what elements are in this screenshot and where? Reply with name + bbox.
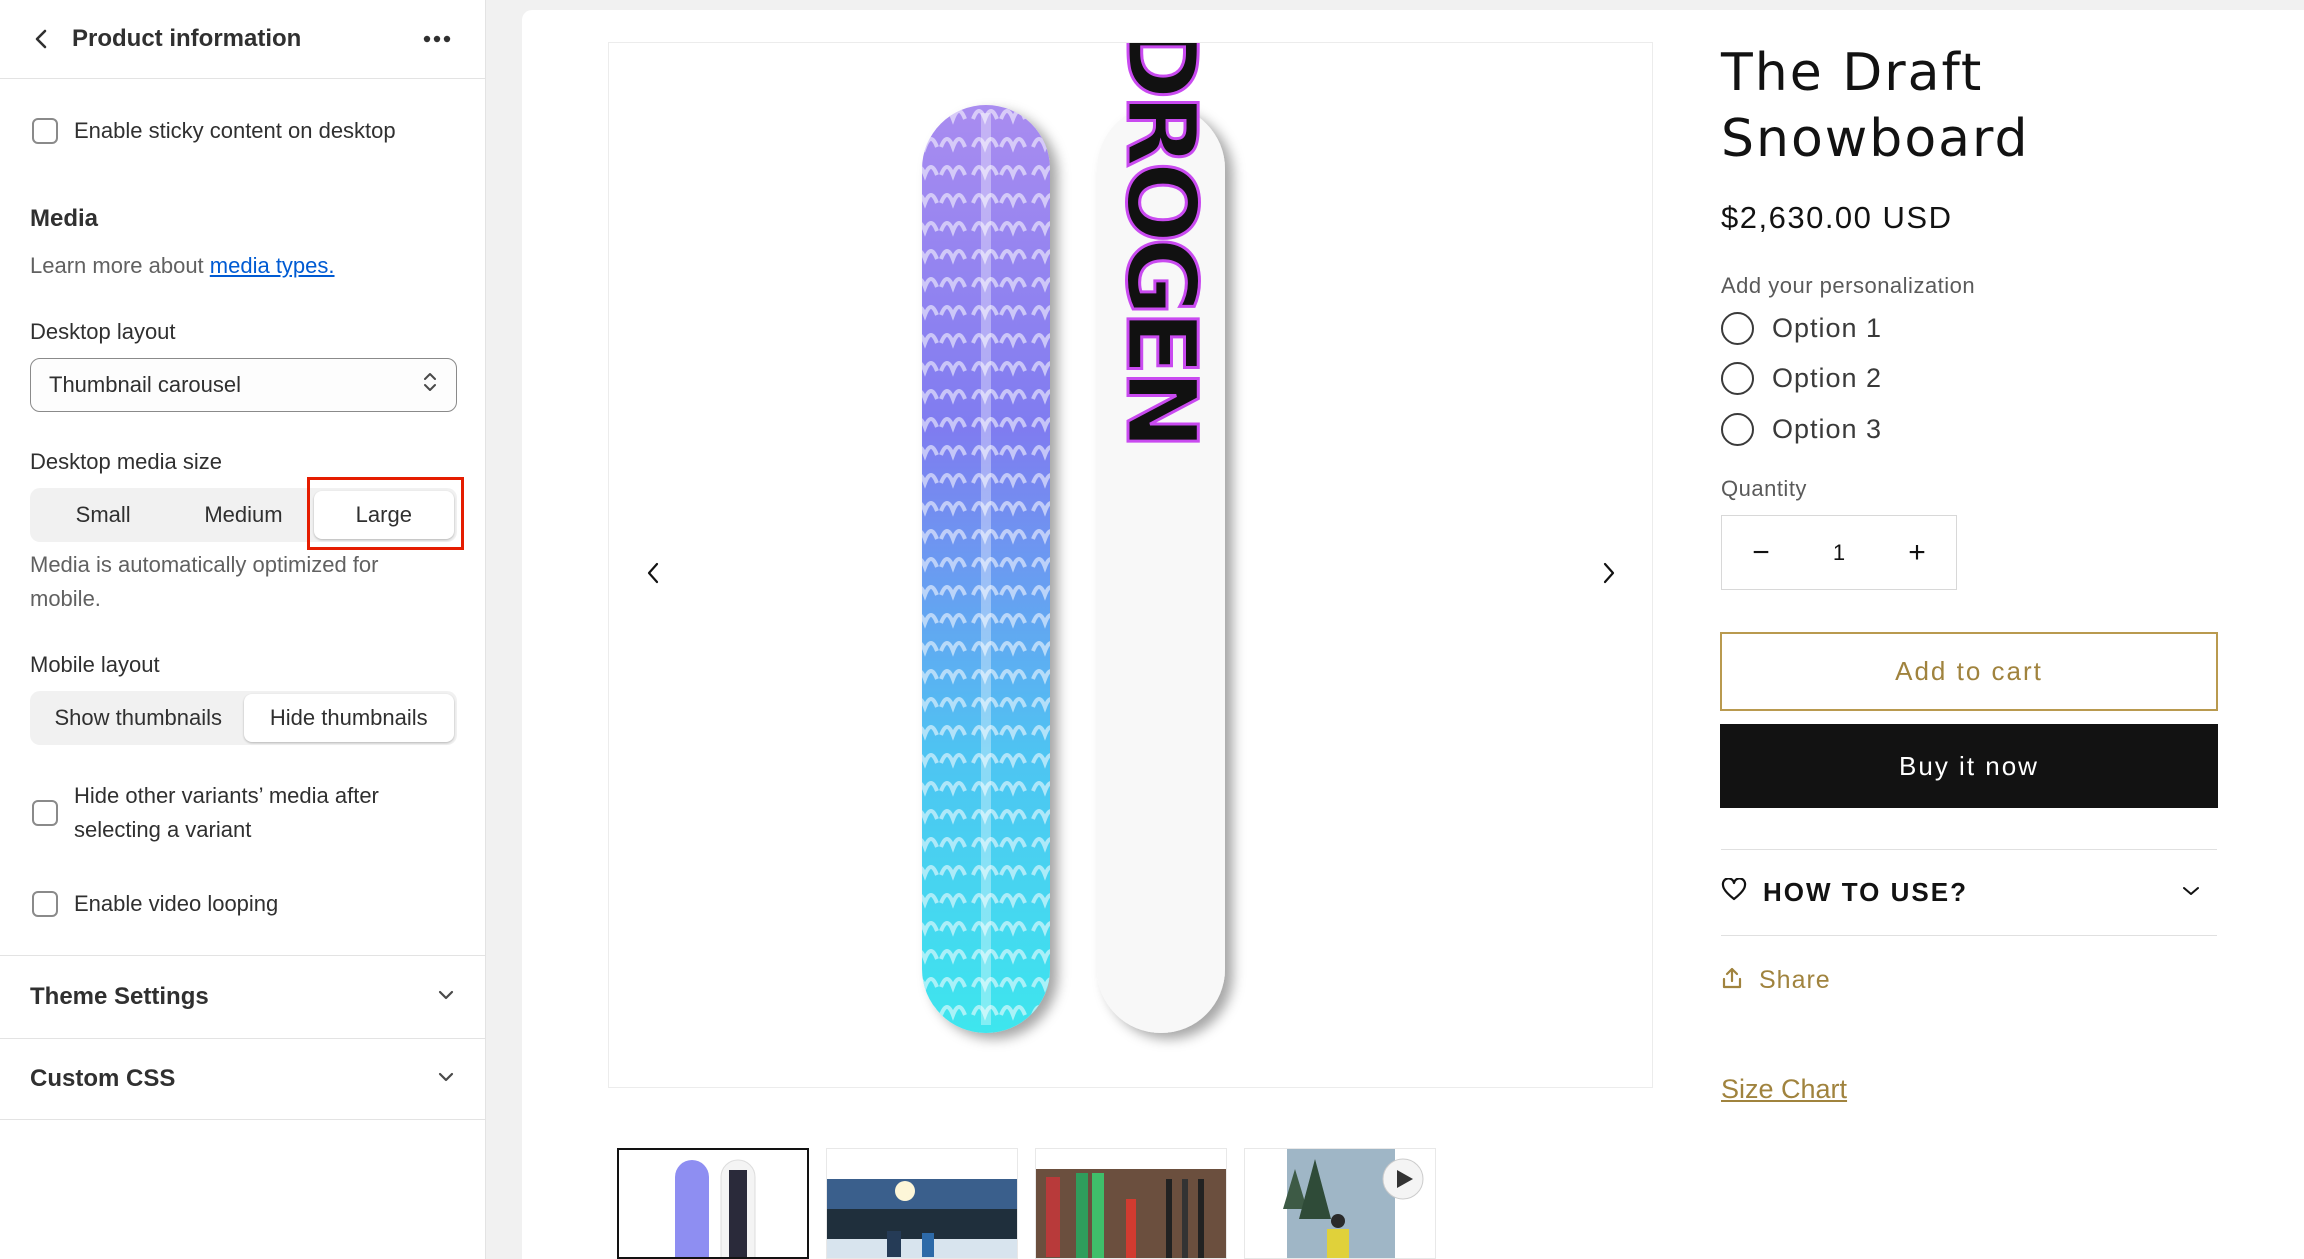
media-help-text: Learn more about media types. [30, 249, 335, 283]
carousel-prev-icon[interactable] [638, 558, 668, 588]
desktop-layout-value: Thumbnail carousel [49, 372, 241, 397]
radio-circle-icon [1721, 413, 1754, 446]
add-to-cart-button[interactable]: Add to cart [1720, 632, 2218, 711]
option-3-radio[interactable]: Option 3 [1721, 413, 1882, 446]
media-size-medium[interactable]: Medium [173, 491, 313, 539]
share-button[interactable]: Share [1721, 966, 1831, 995]
share-label: Share [1759, 966, 1831, 994]
chevron-down-icon [437, 988, 455, 1006]
product-main-image[interactable]: HYDROGEN [608, 0, 1653, 1088]
heart-icon [1721, 877, 1747, 907]
option-2-radio[interactable]: Option 2 [1721, 362, 1882, 395]
panel-title: Product information [72, 25, 302, 52]
option-2-label: Option 2 [1772, 363, 1883, 393]
media-size-small[interactable]: Small [33, 491, 173, 539]
more-dots-icon[interactable] [419, 24, 455, 54]
media-help-prefix: Learn more about [30, 253, 210, 278]
product-title-line-1: The Draft [1721, 43, 1984, 103]
radio-circle-icon [1721, 362, 1754, 395]
thumbnail-2[interactable] [826, 1148, 1018, 1259]
mobile-hide-thumbnails[interactable]: Hide thumbnails [243, 694, 454, 742]
desktop-media-size-label: Desktop media size [30, 449, 222, 474]
how-to-use-accordion[interactable]: HOW TO USE? [1721, 849, 2217, 936]
theme-settings-title: Theme Settings [30, 982, 209, 1010]
carousel-next-icon[interactable] [1594, 558, 1624, 588]
quantity-stepper: − 1 + [1721, 515, 1957, 590]
product-price: $2,630.00 USD [1721, 200, 1953, 235]
option-1-radio[interactable]: Option 1 [1721, 312, 1882, 345]
how-to-use-title: HOW TO USE? [1763, 877, 1968, 907]
quantity-label: Quantity [1721, 476, 1807, 501]
desktop-layout-label: Desktop layout [30, 319, 176, 344]
mobile-show-thumbnails[interactable]: Show thumbnails [33, 694, 244, 742]
media-types-link[interactable]: media types. [210, 253, 335, 278]
thumbnail-3[interactable] [1035, 1148, 1227, 1259]
quantity-increase-button[interactable]: + [1878, 516, 1956, 589]
video-looping-label: Enable video looping [74, 891, 279, 916]
theme-settings-accordion[interactable]: Theme Settings [0, 955, 485, 1037]
size-chart-link[interactable]: Size Chart [1721, 1074, 1847, 1105]
personalization-label: Add your personalization [1721, 273, 1976, 298]
share-icon [1721, 966, 1743, 995]
snowboards-image: HYDROGEN [922, 0, 1225, 1033]
media-size-help-text: Media is automatically optimized for mob… [30, 552, 379, 611]
panel-header: Product information [0, 0, 485, 79]
thumbnail-4-video[interactable] [1244, 1148, 1436, 1259]
radio-circle-icon [1721, 312, 1754, 345]
chevron-down-icon [2181, 884, 2201, 902]
custom-css-accordion[interactable]: Custom CSS [0, 1038, 485, 1120]
media-heading: Media [30, 205, 99, 232]
board-lettering: HYDROGEN [1105, 43, 1217, 444]
settings-panel: Product information Enable sticky conten… [0, 0, 486, 1259]
mobile-layout-segmented: Show thumbnails Hide thumbnails [30, 691, 457, 745]
back-arrow-icon[interactable] [30, 28, 52, 50]
sticky-content-checkbox[interactable] [32, 118, 58, 144]
video-looping-checkbox[interactable] [32, 891, 58, 917]
hide-variants-label: Hide other variants’ media after selecti… [74, 783, 379, 842]
product-title: The Draft Snowboard [1721, 40, 2029, 172]
sticky-content-label: Enable sticky content on desktop [74, 118, 396, 143]
highlight-box [307, 477, 464, 550]
product-title-line-2: Snowboard [1721, 109, 2030, 169]
hide-variants-checkbox[interactable] [32, 800, 58, 826]
option-3-label: Option 3 [1772, 414, 1883, 444]
thumbnail-1[interactable] [617, 1148, 809, 1259]
quantity-value[interactable]: 1 [1800, 540, 1878, 566]
quantity-decrease-button[interactable]: − [1722, 516, 1800, 589]
select-chevrons-icon [422, 370, 438, 400]
mobile-layout-label: Mobile layout [30, 652, 160, 677]
chevron-down-icon [437, 1070, 455, 1088]
buy-it-now-button[interactable]: Buy it now [1720, 724, 2218, 808]
option-1-label: Option 1 [1772, 313, 1883, 343]
desktop-layout-select[interactable]: Thumbnail carousel [30, 358, 457, 412]
custom-css-title: Custom CSS [30, 1065, 176, 1092]
